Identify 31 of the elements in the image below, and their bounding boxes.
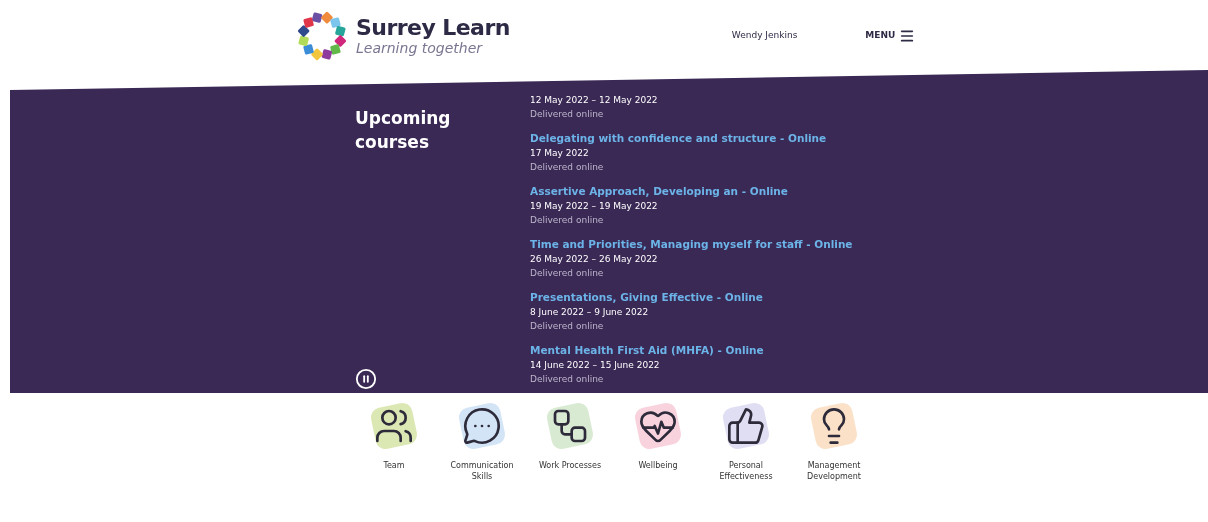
section-heading: Upcoming courses <box>355 107 452 154</box>
course-dates: 17 May 2022 <box>530 147 590 160</box>
course-delivery: Delivered online <box>530 214 605 227</box>
course-dates: 19 May 2022 – 19 May 2022 <box>530 200 659 213</box>
course-dates: 26 May 2022 – 26 May 2022 <box>530 253 659 266</box>
course-link[interactable]: Presentations, Giving Effective - Online <box>530 290 853 304</box>
brand-tagline: Learning together <box>356 41 484 55</box>
category-link[interactable]: Work Processes <box>526 400 614 482</box>
course-delivery: Delivered online <box>530 373 605 386</box>
user-name[interactable]: Wendy Jenkins <box>731 29 798 43</box>
category-link[interactable]: Personal Effectiveness <box>702 400 790 482</box>
course-link[interactable]: Mental Health First Aid (MHFA) - Online <box>530 343 853 357</box>
course-dates: 14 June 2022 – 15 June 2022 <box>530 359 661 372</box>
course-link[interactable]: Delegating with confidence and structure - Online <box>530 131 853 145</box>
course-delivery: Delivered online <box>530 108 605 121</box>
course-link[interactable]: Time and Priorities, Managing myself for staff - Online <box>530 237 853 251</box>
menu-button[interactable]: MENU <box>865 28 916 44</box>
brand-name[interactable]: Surrey Learn <box>356 17 510 39</box>
pause-icon[interactable] <box>355 368 377 390</box>
category-link[interactable]: Team <box>350 400 438 482</box>
course-delivery: Delivered online <box>530 161 605 174</box>
course-delivery: Delivered online <box>530 267 605 280</box>
category-link[interactable]: Wellbeing <box>614 400 702 482</box>
category-link[interactable]: Communication Skills <box>438 400 526 482</box>
category-link[interactable]: Management Development <box>790 400 878 482</box>
course-dates: 8 June 2022 – 9 June 2022 <box>530 306 650 319</box>
course-dates: 12 May 2022 – 12 May 2022 <box>530 94 659 107</box>
logo-icon <box>296 10 348 62</box>
course-link[interactable]: Assertive Approach, Developing an - Online <box>530 184 853 198</box>
menu-icon <box>899 28 916 44</box>
course-delivery: Delivered online <box>530 320 605 333</box>
